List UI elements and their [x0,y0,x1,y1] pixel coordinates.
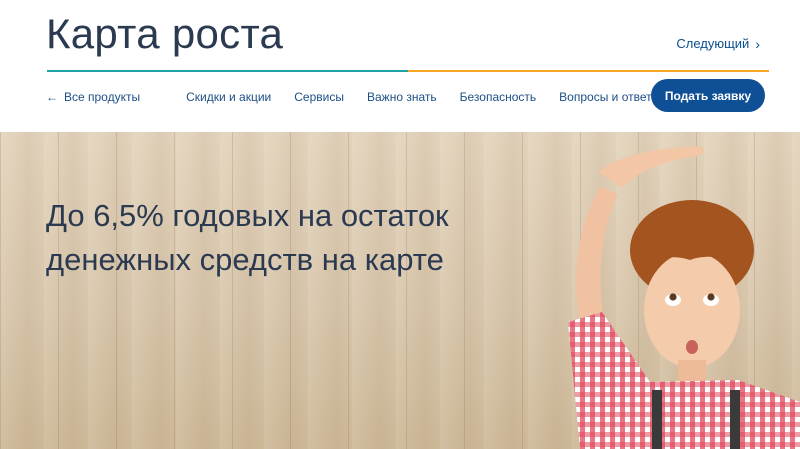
nav-all-products-label: Все продукты [64,90,141,104]
nav-item-faq[interactable]: Вопросы и ответы [559,90,660,104]
product-nav: ← Все продукты Скидки и акции Сервисы Ва… [46,89,660,105]
hero-banner: До 6,5% годовых на остаток денежных сред… [0,132,800,449]
nav-all-products[interactable]: ← Все продукты [46,90,140,104]
page-title: Карта роста [46,10,284,57]
child-measuring-height-photo [568,146,800,449]
chevron-right-icon: › [755,35,760,52]
page-header: Карта роста Следующий › ← Все продукты С… [0,0,800,132]
hero-headline-line1: До 6,5% годовых на остаток [46,198,449,233]
next-link-label: Следующий [676,36,750,51]
nav-item-services[interactable]: Сервисы [294,90,344,104]
hero-headline: До 6,5% годовых на остаток денежных сред… [46,194,516,282]
apply-button[interactable]: Подать заявку [651,79,765,112]
nav-item-discounts[interactable]: Скидки и акции [186,90,271,104]
nav-item-important[interactable]: Важно знать [367,90,437,104]
nav-item-security[interactable]: Безопасность [460,90,537,104]
next-product-link[interactable]: Следующий › [676,36,760,51]
arrow-left-icon: ← [46,90,58,104]
header-divider [47,70,769,72]
hero-headline-line2: денежных средств на карте [46,242,444,277]
